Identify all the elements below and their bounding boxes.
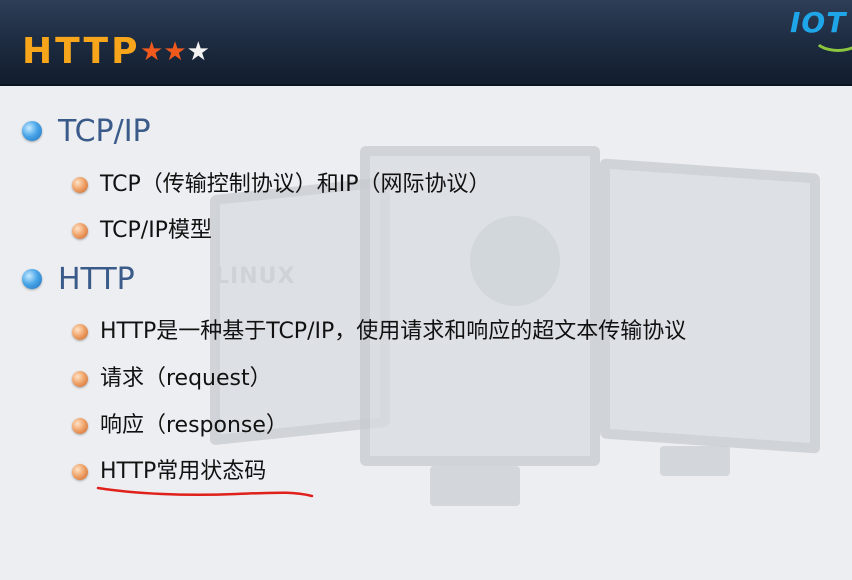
list-item: HTTP是一种基于TCP/IP，使用请求和响应的超文本传输协议 [100, 319, 687, 344]
monitor-stand [660, 446, 730, 476]
list-item: TCP/IP模型 [100, 218, 212, 243]
sub-bullet-icon [72, 371, 88, 387]
section-heading: TCP/IP [58, 114, 151, 149]
sub-bullet-icon [72, 223, 88, 239]
arrow-watermark-icon [470, 216, 560, 306]
monitor-stand [430, 466, 520, 506]
section-heading: HTTP [58, 262, 135, 297]
sub-bullet-icon [72, 177, 88, 193]
logo-swoosh-icon [812, 20, 852, 52]
sub-bullet-icon [72, 324, 88, 340]
iot-logo: IOT [790, 6, 852, 52]
rating-stars: ★★★ [140, 35, 210, 69]
linux-watermark: LINUX [215, 264, 296, 289]
sub-bullet-icon [72, 418, 88, 434]
star-outline-icon: ★ [186, 37, 210, 67]
slide-title: HTTP [22, 31, 141, 72]
bullet-icon [22, 269, 42, 289]
title-bar: HTTP ★★★ IOT [0, 0, 852, 86]
list-item: TCP（传输控制协议）和IP（网际协议） [100, 172, 491, 197]
sub-bullet-icon [72, 464, 88, 480]
list-item: 响应（response） [100, 413, 288, 438]
monitor-image [600, 158, 820, 454]
red-underline-annotation [96, 486, 314, 498]
star-icon: ★ [140, 37, 164, 67]
list-item: 请求（request） [100, 366, 272, 391]
star-icon: ★ [163, 37, 187, 67]
bullet-icon [22, 121, 42, 141]
